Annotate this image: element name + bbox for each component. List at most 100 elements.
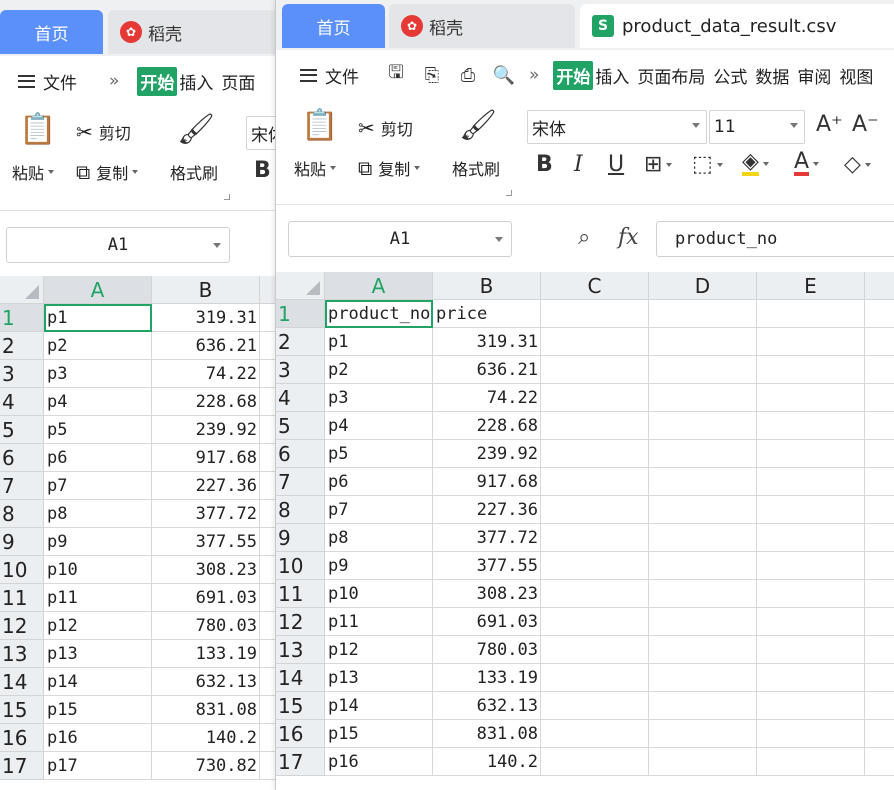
zoom-search-icon[interactable]: ⌕ — [578, 225, 590, 250]
cell-col-b[interactable]: 74.22 — [433, 384, 541, 412]
cell-col-a[interactable]: p1 — [325, 328, 433, 356]
row-header[interactable]: 7 — [276, 468, 325, 496]
clear-format-button[interactable]: ◇ — [844, 152, 871, 177]
row-header[interactable]: 16 — [0, 724, 44, 752]
cell-empty[interactable] — [649, 496, 757, 524]
menu-formula[interactable]: 公式 — [713, 63, 747, 88]
cell-empty[interactable] — [541, 720, 649, 748]
font-name-combo[interactable]: 宋体 — [527, 110, 707, 144]
column-header-c[interactable]: C — [541, 272, 649, 300]
cell-empty[interactable] — [865, 524, 894, 552]
cell-col-a[interactable]: p11 — [325, 608, 433, 636]
cell-empty[interactable] — [757, 496, 865, 524]
formula-input[interactable]: product_no — [656, 221, 894, 257]
cell-empty[interactable] — [541, 440, 649, 468]
cell-empty[interactable] — [757, 328, 865, 356]
cell-col-b[interactable]: 780.03 — [433, 636, 541, 664]
cell-col-a[interactable]: p5 — [325, 440, 433, 468]
paste-icon[interactable]: 📋 — [300, 108, 340, 143]
cell-col-a[interactable]: p12 — [44, 612, 152, 640]
row-header[interactable]: 10 — [0, 556, 44, 584]
cell-col-b[interactable]: 377.55 — [152, 528, 260, 556]
cell-col-b[interactable]: 377.72 — [433, 524, 541, 552]
tab-file[interactable]: S product_data_result.csv — [580, 4, 894, 48]
cell-empty[interactable] — [649, 328, 757, 356]
menu-file[interactable]: 文件 — [18, 69, 77, 94]
more-menus-icon[interactable]: » — [109, 71, 119, 91]
cell-col-b[interactable]: 831.08 — [152, 696, 260, 724]
format-painter-icon[interactable]: 🖌 — [176, 112, 216, 147]
cell-empty[interactable] — [757, 580, 865, 608]
column-header-d[interactable]: D — [649, 272, 757, 300]
format-painter-icon[interactable]: 🖌 — [458, 108, 498, 143]
tab-home[interactable]: 首页 — [282, 4, 385, 48]
column-header-b[interactable]: B — [152, 276, 260, 304]
cell-empty[interactable] — [649, 664, 757, 692]
cell-col-b[interactable]: 632.13 — [433, 692, 541, 720]
print-preview-icon[interactable]: 🔍 — [491, 62, 517, 88]
cell-col-b[interactable]: 140.2 — [152, 724, 260, 752]
cell-col-a[interactable]: p13 — [44, 640, 152, 668]
borders-button[interactable]: ⊞ — [644, 152, 673, 177]
row-header[interactable]: 8 — [0, 500, 44, 528]
cell-col-a[interactable]: p12 — [325, 636, 433, 664]
bold-button[interactable]: B — [536, 152, 553, 177]
sheet-grid[interactable]: A B C D E 1 product_no price 2 p1 319.31 3 p2 63… — [276, 272, 894, 790]
paste-button[interactable]: 粘贴 — [294, 156, 337, 180]
cell-empty[interactable] — [865, 300, 894, 328]
cell-style-button[interactable]: ⬚ — [692, 152, 723, 177]
cell-empty[interactable] — [865, 384, 894, 412]
cell-col-a[interactable]: p1 — [44, 304, 152, 332]
row-header[interactable]: 12 — [0, 612, 44, 640]
cell-col-b[interactable]: 377.55 — [433, 552, 541, 580]
cell-empty[interactable] — [865, 692, 894, 720]
cell-empty[interactable] — [541, 748, 649, 776]
cell-col-b[interactable]: 227.36 — [433, 496, 541, 524]
cell-empty[interactable] — [541, 300, 649, 328]
cut-button[interactable]: ✂ 剪切 — [358, 116, 413, 140]
cell-empty[interactable] — [757, 524, 865, 552]
cell-empty[interactable] — [757, 692, 865, 720]
cell-empty[interactable] — [865, 748, 894, 776]
cell-empty[interactable] — [649, 720, 757, 748]
cell-empty[interactable] — [649, 692, 757, 720]
row-header[interactable]: 11 — [0, 584, 44, 612]
font-size-combo[interactable]: 11 — [709, 110, 805, 144]
cell-col-a[interactable]: p14 — [44, 668, 152, 696]
cell-col-b[interactable]: 691.03 — [152, 584, 260, 612]
row-header[interactable]: 15 — [276, 692, 325, 720]
cell-col-a[interactable]: p15 — [325, 720, 433, 748]
cell-empty[interactable] — [757, 664, 865, 692]
cell-col-a[interactable]: p9 — [325, 552, 433, 580]
cell-col-a[interactable]: p8 — [44, 500, 152, 528]
cell-empty[interactable] — [541, 664, 649, 692]
cell-col-b[interactable]: 140.2 — [433, 748, 541, 776]
paste-button[interactable]: 粘贴 — [12, 160, 55, 184]
cell-empty[interactable] — [757, 608, 865, 636]
format-painter-button[interactable]: 格式刷 — [170, 160, 218, 184]
cell-col-b[interactable]: 831.08 — [433, 720, 541, 748]
cell-empty[interactable] — [757, 300, 865, 328]
name-box[interactable]: A1 — [288, 221, 512, 257]
cell-empty[interactable] — [757, 552, 865, 580]
italic-button[interactable]: I — [574, 152, 583, 177]
cell-col-b[interactable]: 74.22 — [152, 360, 260, 388]
cell-col-b[interactable]: 319.31 — [433, 328, 541, 356]
menu-file[interactable]: 文件 — [300, 63, 359, 88]
cell-empty[interactable] — [541, 524, 649, 552]
cell-col-a[interactable]: p3 — [325, 384, 433, 412]
tab-daoke[interactable]: ✿ 稻壳 — [108, 10, 277, 54]
cell-empty[interactable] — [649, 608, 757, 636]
cell-col-a[interactable]: p14 — [325, 692, 433, 720]
cell-col-a[interactable]: p17 — [44, 752, 152, 780]
column-header-b[interactable]: B — [433, 272, 541, 300]
cell-col-a[interactable]: p7 — [44, 472, 152, 500]
column-header-a[interactable]: A — [44, 276, 152, 304]
paste-icon[interactable]: 📋 — [18, 112, 58, 147]
cell-empty[interactable] — [865, 580, 894, 608]
row-header[interactable]: 12 — [276, 608, 325, 636]
menu-page-layout[interactable]: 页面 — [221, 69, 255, 94]
cell-empty[interactable] — [757, 356, 865, 384]
cell-col-b[interactable]: 691.03 — [433, 608, 541, 636]
cell-empty[interactable] — [541, 328, 649, 356]
